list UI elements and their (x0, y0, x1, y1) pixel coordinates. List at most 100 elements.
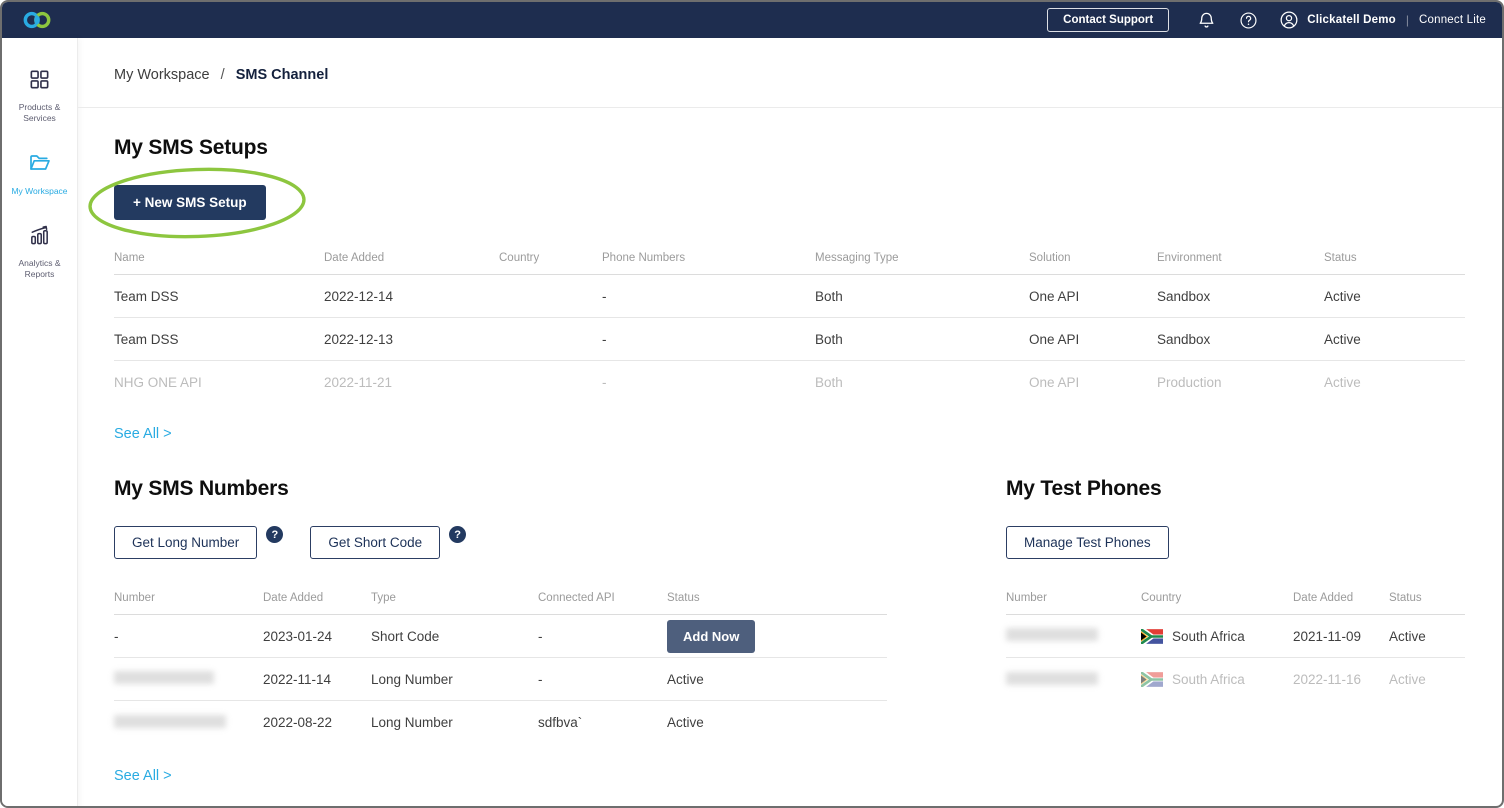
sidebar-item-my-workspace[interactable]: My Workspace (8, 151, 72, 197)
column-header: Phone Numbers (602, 252, 686, 264)
column-header: Type (371, 592, 396, 604)
sidebar-item-label: Products & Services (18, 102, 61, 124)
user-name[interactable]: Clickatell Demo (1307, 14, 1396, 26)
column-header: Messaging Type (815, 252, 899, 264)
cell-solution: One API (1029, 375, 1080, 390)
table-row[interactable]: Team DSS 2022-12-14 - Both One API Sandb… (114, 275, 1465, 318)
column-header: Status (1324, 252, 1357, 264)
breadcrumb: My Workspace / SMS Channel (114, 67, 328, 83)
long-number-help-icon[interactable]: ? (266, 526, 284, 543)
breadcrumb-current: SMS Channel (235, 67, 329, 83)
cell-date-added: 2021-11-09 (1293, 628, 1362, 644)
column-header: Environment (1157, 252, 1222, 264)
cell-status: Active (1324, 331, 1361, 347)
cell-date-added: 2022-11-14 (263, 671, 332, 687)
table-row[interactable]: - 2023-01-24 Short Code - Add Now (114, 615, 887, 658)
table-header-row: Name Date Added Country Phone Numbers Me… (114, 243, 1465, 275)
table-row[interactable]: 2022-11-14 Long Number - Active (114, 658, 887, 701)
cell-status: Active (1324, 375, 1361, 390)
see-all-numbers-link[interactable]: See All > (114, 768, 172, 784)
cell-type: Long Number (371, 715, 453, 730)
cell-status: Active (1324, 288, 1361, 304)
table-row[interactable]: 2022-08-22 Long Number sdfbva` Active (114, 701, 887, 744)
cell-type: Long Number (371, 671, 453, 687)
cell-date-added: 2022-11-16 (1293, 672, 1362, 687)
cell-phone-numbers: - (602, 331, 607, 347)
table-header-row: Number Date Added Type Connected API Sta… (114, 583, 887, 615)
test-phones-table: Number Country Date Added Status South A… (1006, 583, 1465, 701)
south-africa-flag-icon (1141, 672, 1163, 687)
cell-environment: Sandbox (1157, 331, 1211, 347)
cell-status: Active (1389, 628, 1426, 644)
cell-name: NHG ONE API (114, 375, 202, 390)
sms-setups-title: My SMS Setups (114, 136, 268, 159)
sidebar-item-products-services[interactable]: Products & Services (8, 68, 72, 124)
column-header: Status (667, 592, 700, 604)
breadcrumb-bar: My Workspace / SMS Channel (78, 38, 1502, 108)
cell-date-added: 2022-08-22 (263, 715, 333, 730)
cell-name: Team DSS (114, 331, 179, 347)
get-long-number-button[interactable]: Get Long Number (114, 526, 258, 559)
cell-solution: One API (1029, 288, 1080, 304)
manage-test-phones-button[interactable]: Manage Test Phones (1006, 526, 1169, 559)
cell-country: South Africa (1172, 672, 1245, 687)
table-header-row: Number Country Date Added Status (1006, 583, 1465, 615)
test-phones-title: My Test Phones (1006, 477, 1162, 500)
cell-status: Active (667, 671, 704, 687)
breadcrumb-parent[interactable]: My Workspace (114, 67, 210, 83)
cell-messaging-type: Both (815, 331, 843, 347)
column-header: Number (1006, 592, 1047, 604)
cell-phone-numbers: - (602, 288, 607, 304)
short-code-help-icon[interactable]: ? (449, 526, 467, 543)
sidebar: Products & Services My Workspace Analyti… (2, 38, 78, 806)
column-header: Date Added (263, 592, 324, 604)
see-all-setups-link[interactable]: See All > (114, 426, 172, 442)
redacted-number (1006, 671, 1098, 685)
cell-status: Active (1389, 672, 1426, 687)
table-row[interactable]: Team DSS 2022-12-13 - Both One API Sandb… (114, 318, 1465, 361)
user-icon[interactable] (1279, 10, 1299, 30)
cell-type: Short Code (371, 628, 440, 644)
cell-solution: One API (1029, 331, 1080, 347)
south-africa-flag-icon (1141, 628, 1163, 644)
cell-connected-api: - (538, 671, 543, 687)
table-row[interactable]: NHG ONE API 2022-11-21 - Both One API Pr… (114, 361, 1465, 404)
add-now-button[interactable]: Add Now (667, 619, 756, 653)
sms-numbers-section: My SMS Numbers Get Long Number ? Get Sho… (114, 477, 887, 785)
table-row[interactable]: South Africa 2021-11-09 Active (1006, 615, 1465, 658)
sidebar-item-analytics-reports[interactable]: Analytics & Reports (8, 224, 72, 280)
column-header: Country (1141, 592, 1182, 604)
cell-country: South Africa (1172, 628, 1245, 644)
help-icon[interactable] (1239, 11, 1258, 30)
breadcrumb-separator: / (220, 67, 225, 83)
cell-messaging-type: Both (815, 375, 843, 390)
cell-date-added: 2022-12-14 (324, 288, 394, 304)
cell-connected-api: sdfbva` (538, 715, 583, 730)
column-header: Name (114, 252, 145, 264)
cell-connected-api: - (538, 628, 543, 644)
table-row[interactable]: South Africa 2022-11-16 Active (1006, 658, 1465, 701)
cell-messaging-type: Both (815, 288, 843, 304)
grid-icon (28, 68, 51, 96)
clickatell-logo (20, 9, 56, 31)
new-sms-setup-button[interactable]: + New SMS Setup (114, 185, 266, 220)
test-phones-section: My Test Phones Manage Test Phones Number… (1006, 477, 1465, 701)
cell-status: Active (667, 715, 704, 730)
redacted-number (114, 714, 226, 728)
bell-icon[interactable] (1197, 11, 1216, 30)
cell-date-added: 2023-01-24 (263, 628, 333, 644)
column-header: Solution (1029, 252, 1071, 264)
cell-phone-numbers: - (602, 375, 607, 390)
topbar: Contact Support Clickatell Demo | Connec… (2, 2, 1502, 38)
sms-setups-table: Name Date Added Country Phone Numbers Me… (114, 243, 1465, 404)
column-header: Number (114, 592, 155, 604)
contact-support-button[interactable]: Contact Support (1047, 8, 1170, 32)
get-short-code-button[interactable]: Get Short Code (310, 526, 441, 559)
app-window: Contact Support Clickatell Demo | Connec… (0, 0, 1504, 808)
analytics-icon (28, 224, 51, 252)
column-header: Date Added (1293, 592, 1354, 604)
cell-date-added: 2022-11-21 (324, 375, 393, 390)
sidebar-item-label: Analytics & Reports (18, 258, 61, 280)
cell-number: - (114, 628, 119, 644)
redacted-number (114, 671, 214, 684)
